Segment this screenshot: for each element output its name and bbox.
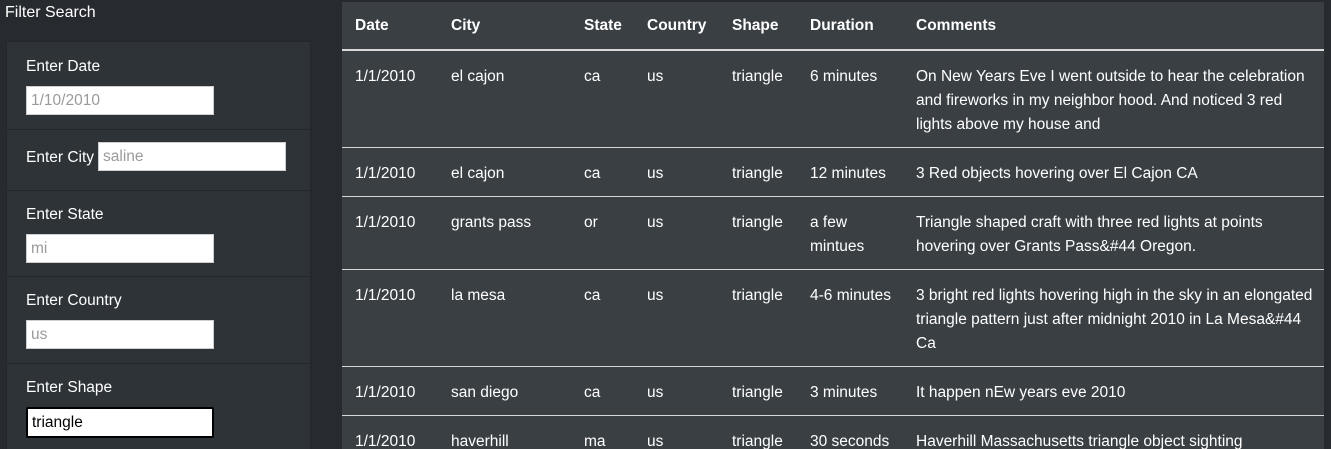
filter-panel: Enter Date Enter City Enter State Enter … (6, 41, 311, 449)
cell-country: us (634, 269, 719, 367)
state-label: Enter State (26, 206, 104, 223)
cell-city: haverhill (438, 415, 571, 449)
cell-date: 1/1/2010 (342, 366, 438, 416)
cell-city: la mesa (438, 269, 571, 367)
cell-shape: triangle (719, 269, 797, 367)
cell-shape: triangle (719, 147, 797, 197)
cell-shape: triangle (719, 50, 797, 148)
filter-item-date: Enter Date (7, 42, 310, 130)
col-header-shape: Shape (719, 2, 797, 51)
cell-comments: It happen nEw years eve 2010 (903, 366, 1324, 416)
cell-country: us (634, 147, 719, 197)
country-label: Enter Country (26, 292, 122, 309)
cell-country: us (634, 366, 719, 416)
table-header: Date City State Country Shape Duration C… (342, 2, 1324, 51)
date-input[interactable] (26, 86, 214, 115)
table-row: 1/1/2010 la mesa ca us triangle 4-6 minu… (342, 269, 1324, 367)
cell-comments: Haverhill Massachusetts triangle object … (903, 415, 1324, 449)
cell-duration: 6 minutes (797, 50, 903, 148)
col-header-comments: Comments (903, 2, 1324, 51)
cell-shape: triangle (719, 366, 797, 416)
cell-date: 1/1/2010 (342, 196, 438, 270)
date-label: Enter Date (26, 58, 101, 75)
cell-comments: Triangle shaped craft with three red lig… (903, 196, 1324, 270)
cell-country: us (634, 196, 719, 270)
cell-shape: triangle (719, 196, 797, 270)
table-row: 1/1/2010 el cajon ca us triangle 12 minu… (342, 147, 1324, 197)
cell-country: us (634, 415, 719, 449)
cell-city: el cajon (438, 147, 571, 197)
country-input[interactable] (26, 320, 214, 349)
ufo-results-table: Date City State Country Shape Duration C… (342, 2, 1324, 449)
table-row: 1/1/2010 grants pass or us triangle a fe… (342, 196, 1324, 270)
col-header-date: Date (342, 2, 438, 51)
filter-item-city: Enter City (7, 130, 310, 191)
cell-state: ma (571, 415, 634, 449)
cell-state: ca (571, 50, 634, 148)
cell-duration: 3 minutes (797, 366, 903, 416)
filter-item-country: Enter Country (7, 277, 310, 364)
table-row: 1/1/2010 el cajon ca us triangle 6 minut… (342, 50, 1324, 148)
cell-date: 1/1/2010 (342, 415, 438, 449)
city-label: Enter City (26, 149, 95, 166)
filter-search-title: Filter Search (5, 4, 96, 21)
cell-duration: 12 minutes (797, 147, 903, 197)
cell-state: or (571, 196, 634, 270)
col-header-duration: Duration (797, 2, 903, 51)
cell-date: 1/1/2010 (342, 269, 438, 367)
results-table-container: Date City State Country Shape Duration C… (342, 2, 1324, 449)
col-header-state: State (571, 2, 634, 51)
shape-label: Enter Shape (26, 379, 113, 396)
cell-comments: 3 bright red lights hovering high in the… (903, 269, 1324, 367)
col-header-city: City (438, 2, 571, 51)
table-header-row: Date City State Country Shape Duration C… (342, 2, 1324, 51)
filter-item-state: Enter State (7, 191, 310, 277)
table-body: 1/1/2010 el cajon ca us triangle 6 minut… (342, 50, 1324, 449)
cell-city: el cajon (438, 50, 571, 148)
cell-duration: 30 seconds (797, 415, 903, 449)
col-header-country: Country (634, 2, 719, 51)
cell-state: ca (571, 366, 634, 416)
cell-comments: On New Years Eve I went outside to hear … (903, 50, 1324, 148)
cell-duration: 4-6 minutes (797, 269, 903, 367)
cell-date: 1/1/2010 (342, 50, 438, 148)
cell-duration: a few mintues (797, 196, 903, 270)
cell-state: ca (571, 269, 634, 367)
shape-input[interactable] (26, 407, 214, 438)
cell-state: ca (571, 147, 634, 197)
table-row: 1/1/2010 san diego ca us triangle 3 minu… (342, 366, 1324, 416)
filter-item-shape: Enter Shape (7, 364, 310, 449)
cell-city: grants pass (438, 196, 571, 270)
cell-country: us (634, 50, 719, 148)
cell-shape: triangle (719, 415, 797, 449)
cell-date: 1/1/2010 (342, 147, 438, 197)
state-input[interactable] (26, 234, 214, 263)
city-input[interactable] (98, 142, 286, 171)
ufo-filter-page: Filter Search Enter Date Enter City Ente… (0, 0, 1331, 449)
cell-comments: 3 Red objects hovering over El Cajon CA (903, 147, 1324, 197)
table-row: 1/1/2010 haverhill ma us triangle 30 sec… (342, 415, 1324, 449)
cell-city: san diego (438, 366, 571, 416)
